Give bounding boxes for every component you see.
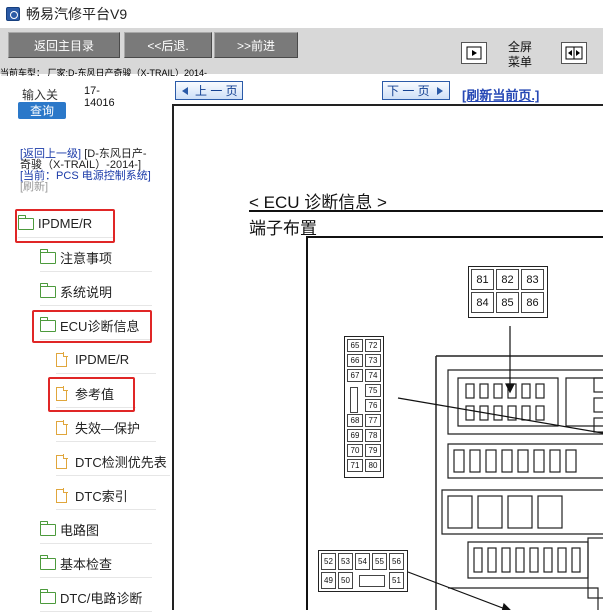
connector-key-slot <box>359 575 385 587</box>
connector-pin: 73 <box>365 354 381 367</box>
tree-item[interactable]: DTC/电路诊断 <box>40 584 152 612</box>
breadcrumb: [返回上一级] [D-东风日产-奇骏（X-TRAIL）-2014-] [当前：P… <box>20 149 152 193</box>
document-icon <box>56 454 68 469</box>
connector-pin: 53 <box>338 553 353 570</box>
section-underline <box>249 210 603 212</box>
tree-item-label: DTC/电路诊断 <box>60 591 143 606</box>
connector-key-slot <box>350 387 358 413</box>
highlight-ipdme <box>15 209 115 243</box>
prev-page-button[interactable]: 上 一 页 <box>175 81 243 100</box>
refresh-link[interactable]: [刷新] <box>20 181 48 193</box>
connector-pin: 74 <box>365 369 381 382</box>
connector-pin: 54 <box>355 553 370 570</box>
connector-pin: 79 <box>365 444 381 457</box>
connector-top: 81 82 83 84 85 86 <box>468 266 548 318</box>
connector-pin: 83 <box>521 269 544 290</box>
connector-pin: 86 <box>521 292 544 313</box>
connector-bottom: 52 53 54 55 56 49 50 51 <box>318 550 408 592</box>
tree-item-label: 失效—保护 <box>75 421 141 436</box>
connector-pin: 78 <box>365 429 381 442</box>
folder-icon <box>40 248 56 264</box>
tree-item[interactable]: 系统说明 <box>40 278 152 306</box>
tree-item-label: 电路图 <box>60 523 100 538</box>
arrow-left-icon <box>182 86 188 95</box>
fullscreen-menu-label[interactable]: 全屏 菜单 <box>508 40 532 70</box>
terminal-layout-diagram: 81 82 83 84 85 86 65 72 66 73 67 74 75 76 68 77 69 78 70 7… <box>306 236 603 610</box>
highlight-reference-value <box>48 377 135 412</box>
tree-item[interactable]: DTC索引 <box>56 482 156 510</box>
folder-icon <box>40 520 56 536</box>
connector-pin: 80 <box>365 459 381 472</box>
connector-pin: 84 <box>471 292 494 313</box>
connector-pin: 65 <box>347 339 363 352</box>
folder-icon <box>40 282 56 298</box>
tree-item[interactable]: 失效—保护 <box>56 414 156 442</box>
sidebar: 输入关 17- 14016 查询 [返回上一级] [D-东风日产-奇骏（X-TR… <box>0 76 172 612</box>
page-nav-bar: 上 一 页 下 一 页 [刷新当前页.] <box>172 76 603 105</box>
document-icon <box>56 352 68 367</box>
connector-pin: 55 <box>372 553 387 570</box>
home-button[interactable]: 返回主目录 <box>8 32 120 58</box>
connector-pin: 56 <box>389 553 404 570</box>
tree-item[interactable]: 基本检查 <box>40 550 152 578</box>
forward-button[interactable]: >>前进 <box>214 32 298 58</box>
tree-item[interactable]: DTC检测优先表 <box>56 448 170 476</box>
expand-right-icon[interactable] <box>461 42 487 64</box>
connector-pin: 82 <box>496 269 519 290</box>
input-label: 输入关 <box>22 88 59 102</box>
tree-item-label: 基本检查 <box>60 557 113 572</box>
document-icon <box>56 488 68 503</box>
connector-pin: 72 <box>365 339 381 352</box>
tree-item-label: IPDME/R <box>75 352 130 367</box>
connector-pin: 69 <box>347 429 363 442</box>
app-logo-icon <box>6 7 20 21</box>
title-bar: 畅易汽修平台V9 <box>0 0 603 28</box>
connector-pin: 52 <box>321 553 336 570</box>
folder-icon <box>40 588 56 604</box>
highlight-ecu-diag <box>32 310 152 343</box>
document-pane: < ECU 诊断信息 > 端子布置 81 82 83 84 85 86 65 7… <box>174 106 603 610</box>
tree-item[interactable]: 注意事项 <box>40 244 152 272</box>
tree-item-label: DTC检测优先表 <box>75 455 167 470</box>
document-icon <box>56 420 68 435</box>
tree-item-label: DTC索引 <box>75 489 128 504</box>
connector-pin: 81 <box>471 269 494 290</box>
connector-left: 65 72 66 73 67 74 75 76 68 77 69 78 70 79 71 80 <box>344 336 384 478</box>
connector-pin: 68 <box>347 414 363 427</box>
query-button[interactable]: 查询 <box>18 102 66 119</box>
connector-pin: 51 <box>389 572 404 589</box>
arrow-right-icon <box>436 86 443 95</box>
connector-pin: 66 <box>347 354 363 367</box>
connector-pin: 75 <box>365 384 381 397</box>
connector-pin: 85 <box>496 292 519 313</box>
next-page-button[interactable]: 下 一 页 <box>382 81 450 100</box>
connector-pin: 76 <box>365 399 381 412</box>
connector-pin: 71 <box>347 459 363 472</box>
connector-pin: 50 <box>338 572 353 589</box>
connector-pin: 49 <box>321 572 336 589</box>
tree-item-label: 系统说明 <box>60 285 113 300</box>
connector-pin: 70 <box>347 444 363 457</box>
tree-item[interactable]: IPDME/R <box>56 346 156 374</box>
refresh-page-link[interactable]: [刷新当前页.] <box>462 85 539 104</box>
code-value[interactable]: 17- 14016 <box>84 85 115 109</box>
connector-pin: 67 <box>347 369 363 382</box>
collapse-split-icon[interactable] <box>561 42 587 64</box>
tree-item[interactable]: 电路图 <box>40 516 152 544</box>
folder-icon <box>40 554 56 570</box>
back-button[interactable]: <<后退. <box>124 32 212 58</box>
tree-item-label: 注意事项 <box>60 251 113 266</box>
connector-pin: 77 <box>365 414 381 427</box>
window-title: 畅易汽修平台V9 <box>26 6 128 22</box>
